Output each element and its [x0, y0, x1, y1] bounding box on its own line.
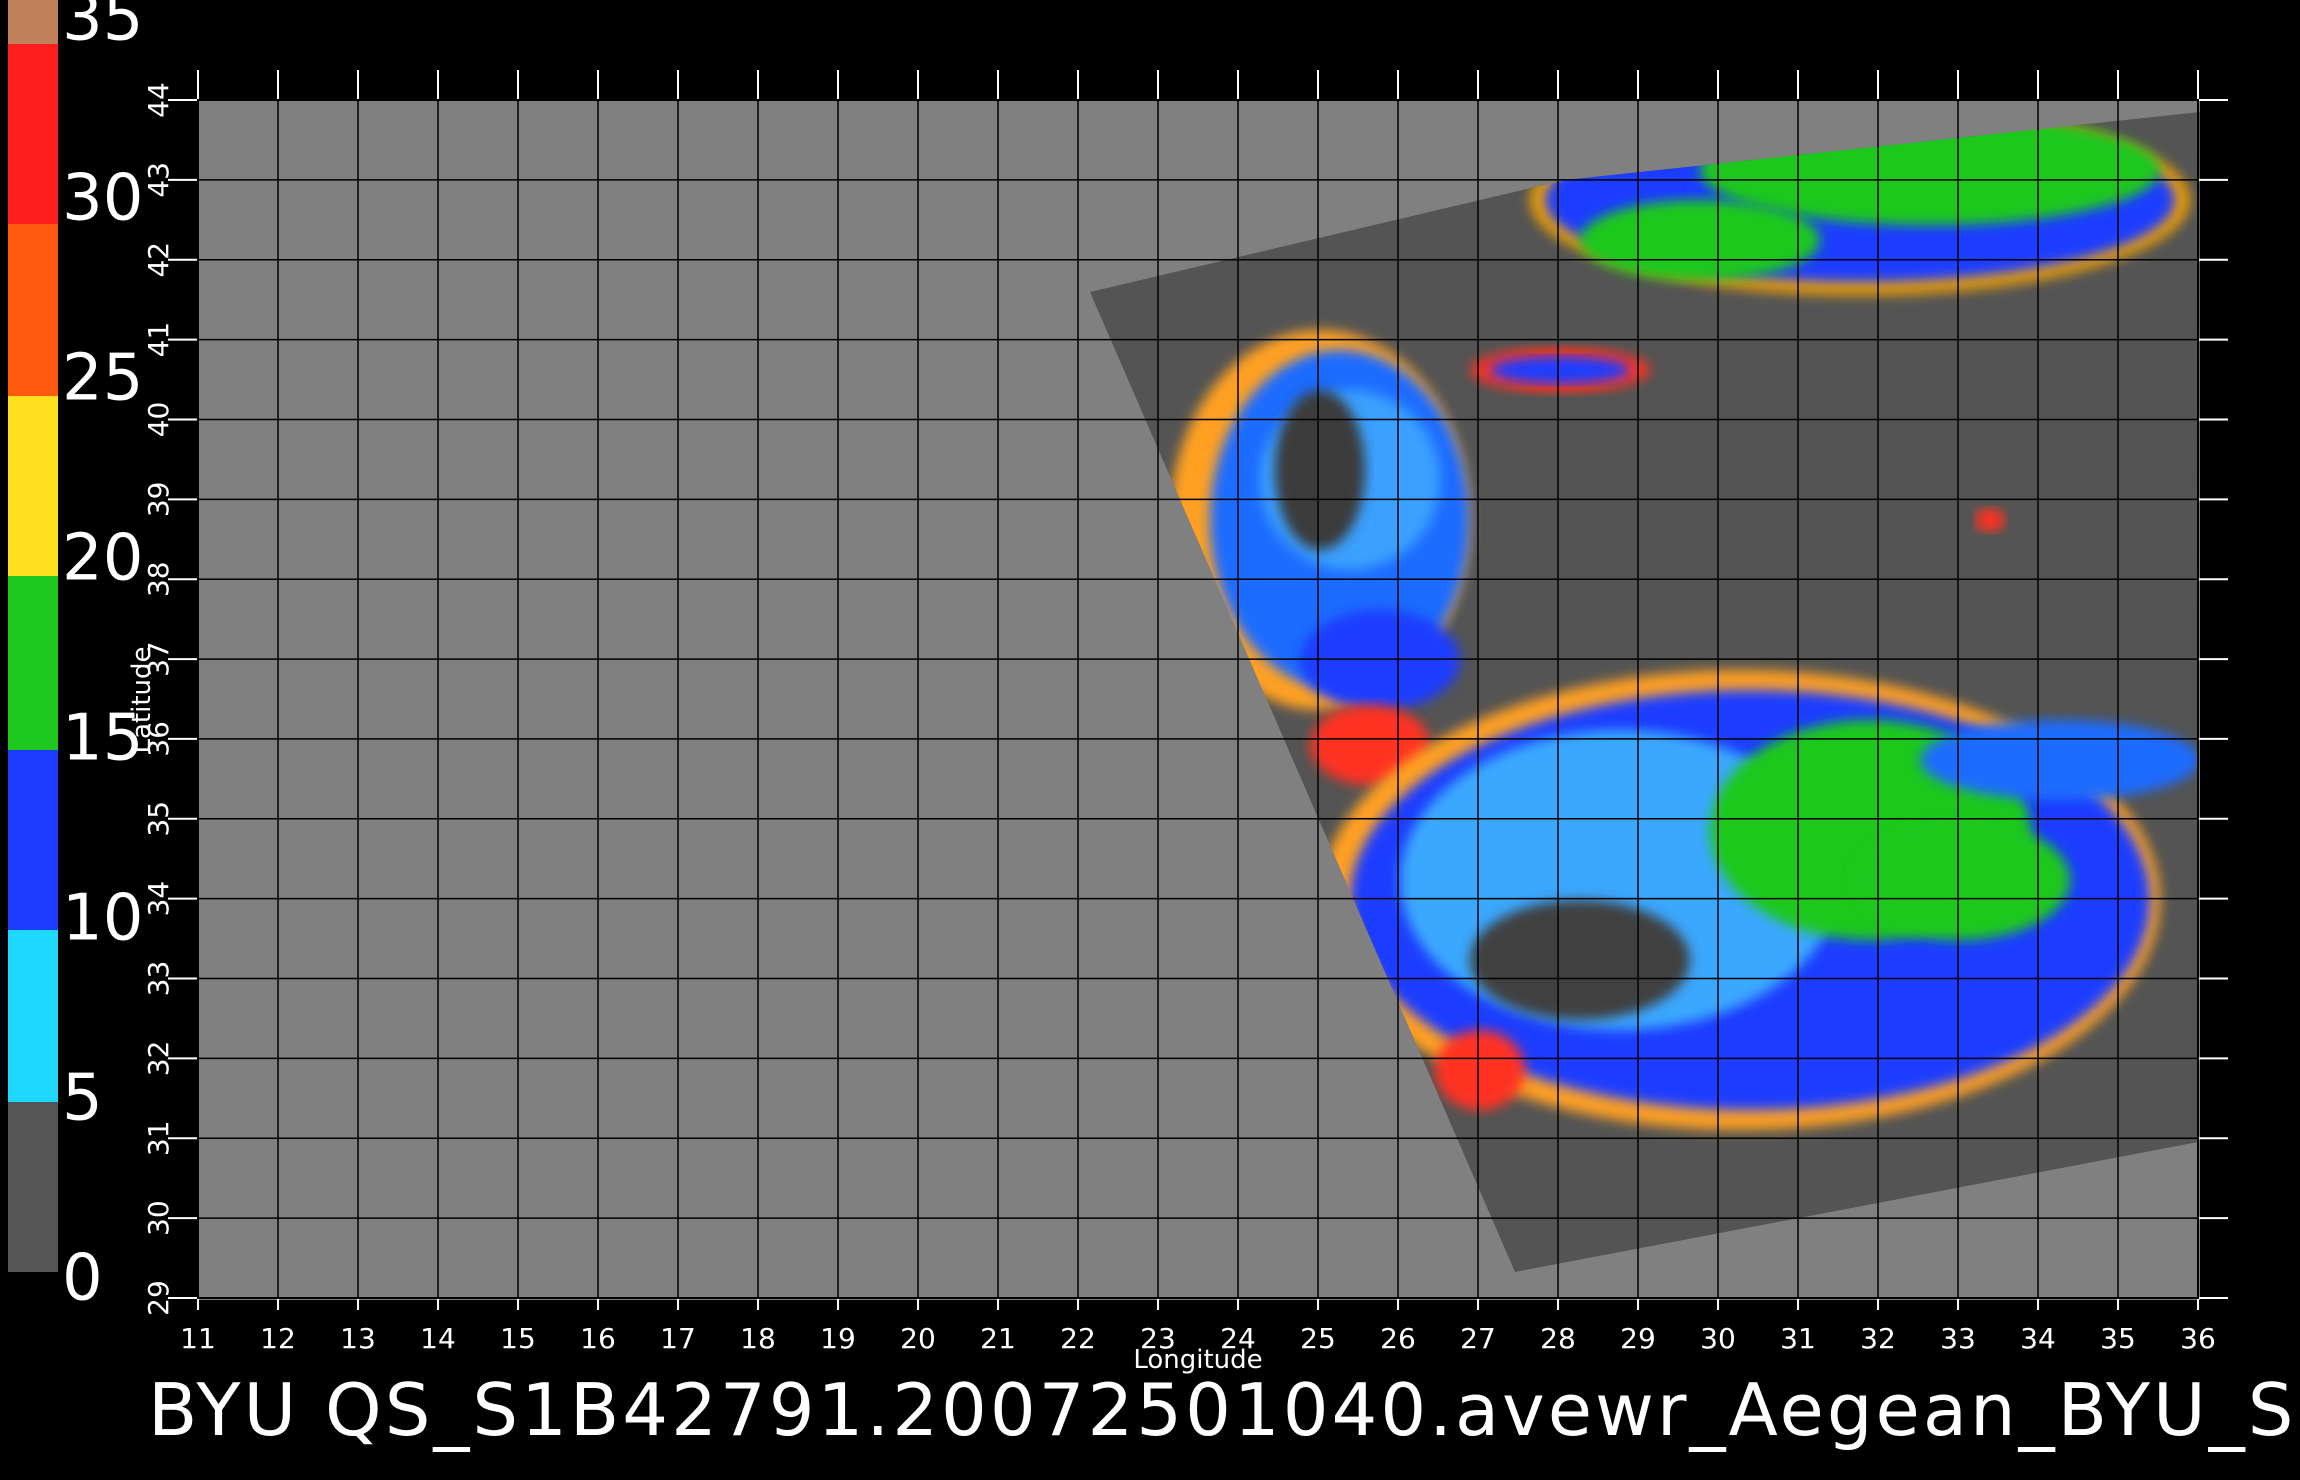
lat-tick-label: 33	[142, 961, 175, 997]
lat-tick-label: 29	[142, 1280, 175, 1316]
lat-tick-label: 35	[142, 801, 175, 837]
colorbar-label: 0	[62, 1242, 103, 1316]
lat-tick-label: 38	[142, 561, 175, 597]
colorbar-label: 10	[62, 882, 143, 956]
lat-tick-label: 31	[142, 1120, 175, 1156]
lon-tick-label: 19	[820, 1322, 856, 1355]
lon-tick-label: 25	[1300, 1322, 1336, 1355]
lon-tick-label: 36	[2180, 1322, 2216, 1355]
lon-tick-label: 15	[500, 1322, 536, 1355]
y-axis-title: Latitude	[127, 646, 157, 753]
lon-tick-label: 16	[580, 1322, 616, 1355]
lon-tick-label: 26	[1380, 1322, 1416, 1355]
lon-tick-label: 11	[180, 1322, 216, 1355]
lon-tick-label: 28	[1540, 1322, 1576, 1355]
lon-tick-label: 35	[2100, 1322, 2136, 1355]
lon-tick-label: 14	[420, 1322, 456, 1355]
colorbar-label: 20	[62, 522, 143, 596]
lon-tick-label: 13	[340, 1322, 376, 1355]
lon-tick-label: 31	[1780, 1322, 1816, 1355]
lat-tick-label: 30	[142, 1200, 175, 1236]
lat-tick-label: 42	[142, 242, 175, 278]
lon-tick-label: 20	[900, 1322, 936, 1355]
lon-tick-label: 18	[740, 1322, 776, 1355]
lon-tick-label: 30	[1700, 1322, 1736, 1355]
colorbar	[8, 0, 58, 1272]
colorbar-label: 30	[62, 162, 143, 236]
lon-tick-label: 32	[1860, 1322, 1896, 1355]
lat-tick-label: 44	[142, 82, 175, 118]
colorbar-label: 5	[62, 1062, 103, 1136]
lon-tick-label: 12	[260, 1322, 296, 1355]
lat-tick-label: 43	[142, 162, 175, 198]
lat-tick-label: 40	[142, 402, 175, 438]
lon-tick-label: 22	[1060, 1322, 1096, 1355]
lat-tick-label: 34	[142, 881, 175, 917]
lat-tick-label: 32	[142, 1041, 175, 1077]
lon-tick-label: 17	[660, 1322, 696, 1355]
lat-tick-label: 39	[142, 482, 175, 518]
lon-tick-label: 27	[1460, 1322, 1496, 1355]
lon-tick-label: 33	[1940, 1322, 1976, 1355]
lon-tick-label: 29	[1620, 1322, 1656, 1355]
lon-tick-label: 21	[980, 1322, 1016, 1355]
figure-title: BYU QS_S1B42791.20072501040.avewr_Aegean…	[148, 1368, 2300, 1452]
scatterometer-map: 35302520151050 11 12 13 14 15 16 17 18 19 20 21 22 2…	[8, 0, 2228, 1375]
lat-tick-label: 41	[142, 322, 175, 358]
colorbar-label: 35	[62, 0, 143, 56]
colorbar-label: 25	[62, 342, 143, 416]
lon-tick-label: 34	[2020, 1322, 2056, 1355]
